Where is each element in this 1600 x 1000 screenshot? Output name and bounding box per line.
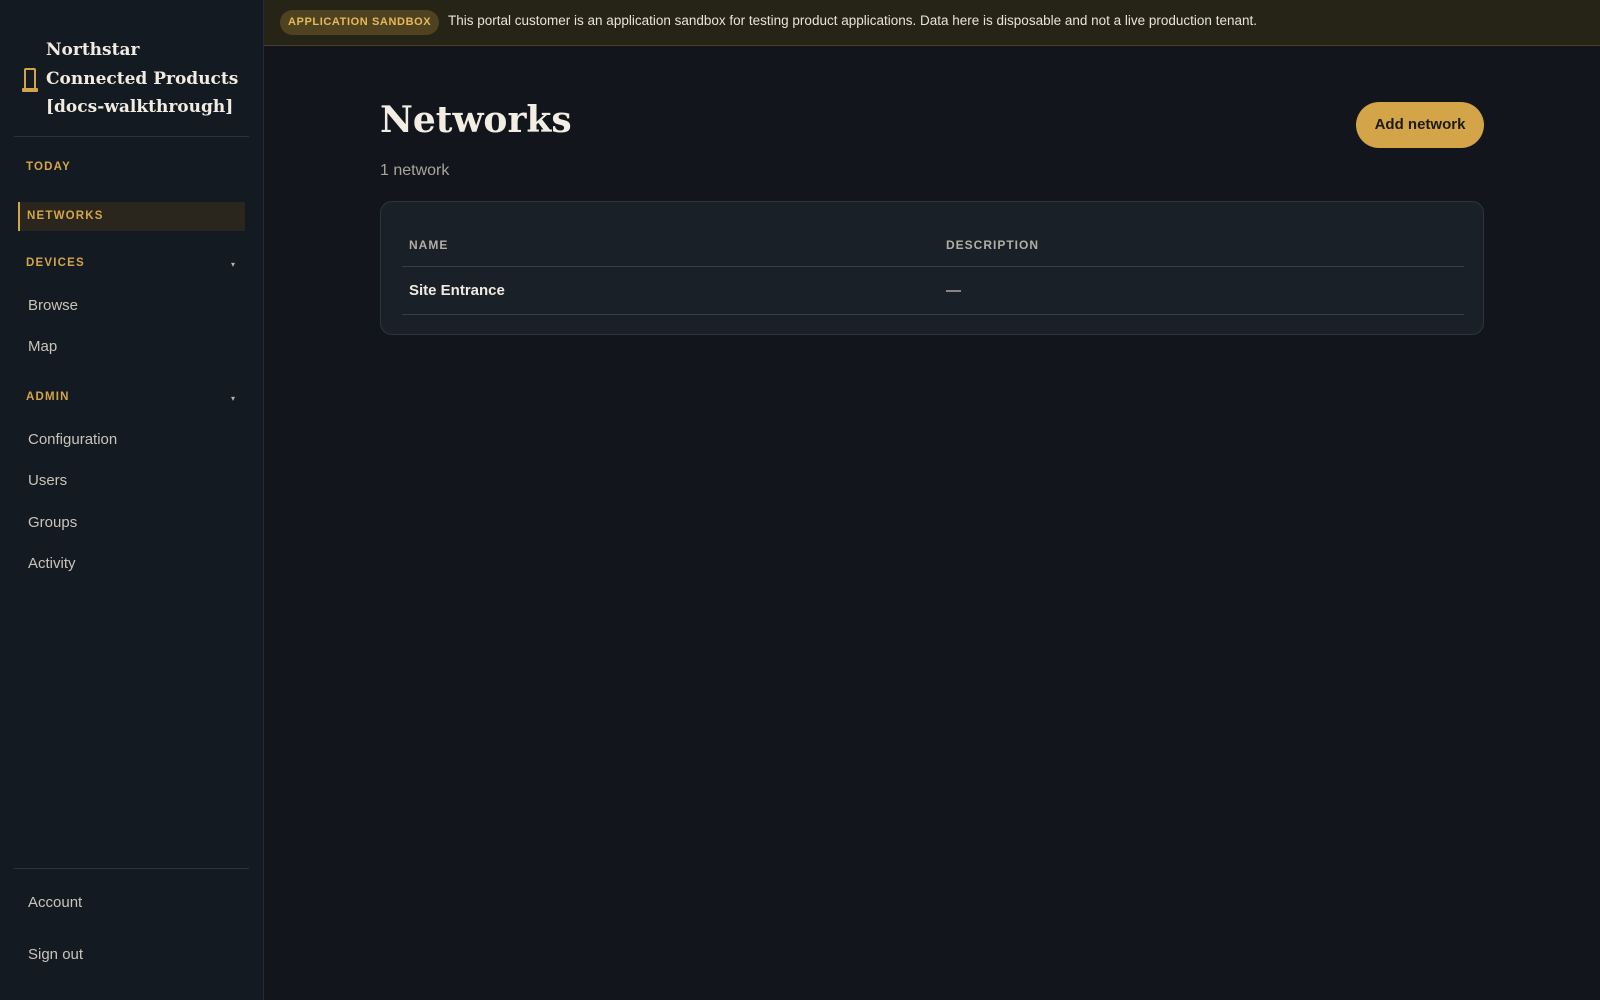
column-header-description: DESCRIPTION [946, 238, 1040, 252]
nav-networks-label: NETWORKS [27, 210, 104, 222]
nav-users[interactable]: Users [28, 472, 67, 489]
sidebar: Northstar Connected Products [docs-walkt… [0, 0, 264, 1000]
networks-table: NAME DESCRIPTION Site Entrance — [380, 201, 1484, 335]
nav-activity[interactable]: Activity [28, 555, 76, 572]
nav-networks[interactable]: NETWORKS [18, 202, 245, 231]
chevron-down-icon[interactable]: ▾ [231, 260, 235, 269]
nav-browse[interactable]: Browse [28, 297, 78, 314]
nav-groups[interactable]: Groups [28, 514, 77, 531]
nav-account[interactable]: Account [28, 894, 82, 911]
table-divider [402, 314, 1464, 315]
brand-title: Northstar Connected Products [docs-walkt… [46, 40, 239, 117]
sandbox-banner: APPLICATION SANDBOX This portal customer… [264, 0, 1600, 46]
add-network-button[interactable]: Add network [1356, 102, 1484, 148]
network-description: — [946, 282, 961, 299]
nav-section-devices[interactable]: DEVICES [26, 257, 85, 269]
brand[interactable]: Northstar Connected Products [docs-walkt… [14, 0, 249, 137]
network-count: 1 network [380, 162, 450, 179]
banner-text: This portal customer is an application s… [448, 13, 1257, 28]
nav-section-admin[interactable]: ADMIN [26, 391, 70, 403]
sandbox-badge: APPLICATION SANDBOX [280, 10, 440, 35]
chevron-down-icon[interactable]: ▾ [231, 394, 235, 403]
table-divider [402, 266, 1464, 267]
nav-today[interactable]: TODAY [26, 161, 71, 173]
bookmark-icon [22, 68, 38, 92]
sidebar-divider [14, 868, 249, 869]
nav-map[interactable]: Map [28, 338, 57, 355]
nav-configuration[interactable]: Configuration [28, 431, 117, 448]
column-header-name: NAME [409, 238, 449, 252]
page-title: Networks [380, 99, 572, 141]
network-name-link[interactable]: Site Entrance [409, 282, 505, 299]
nav-sign-out[interactable]: Sign out [28, 946, 83, 963]
